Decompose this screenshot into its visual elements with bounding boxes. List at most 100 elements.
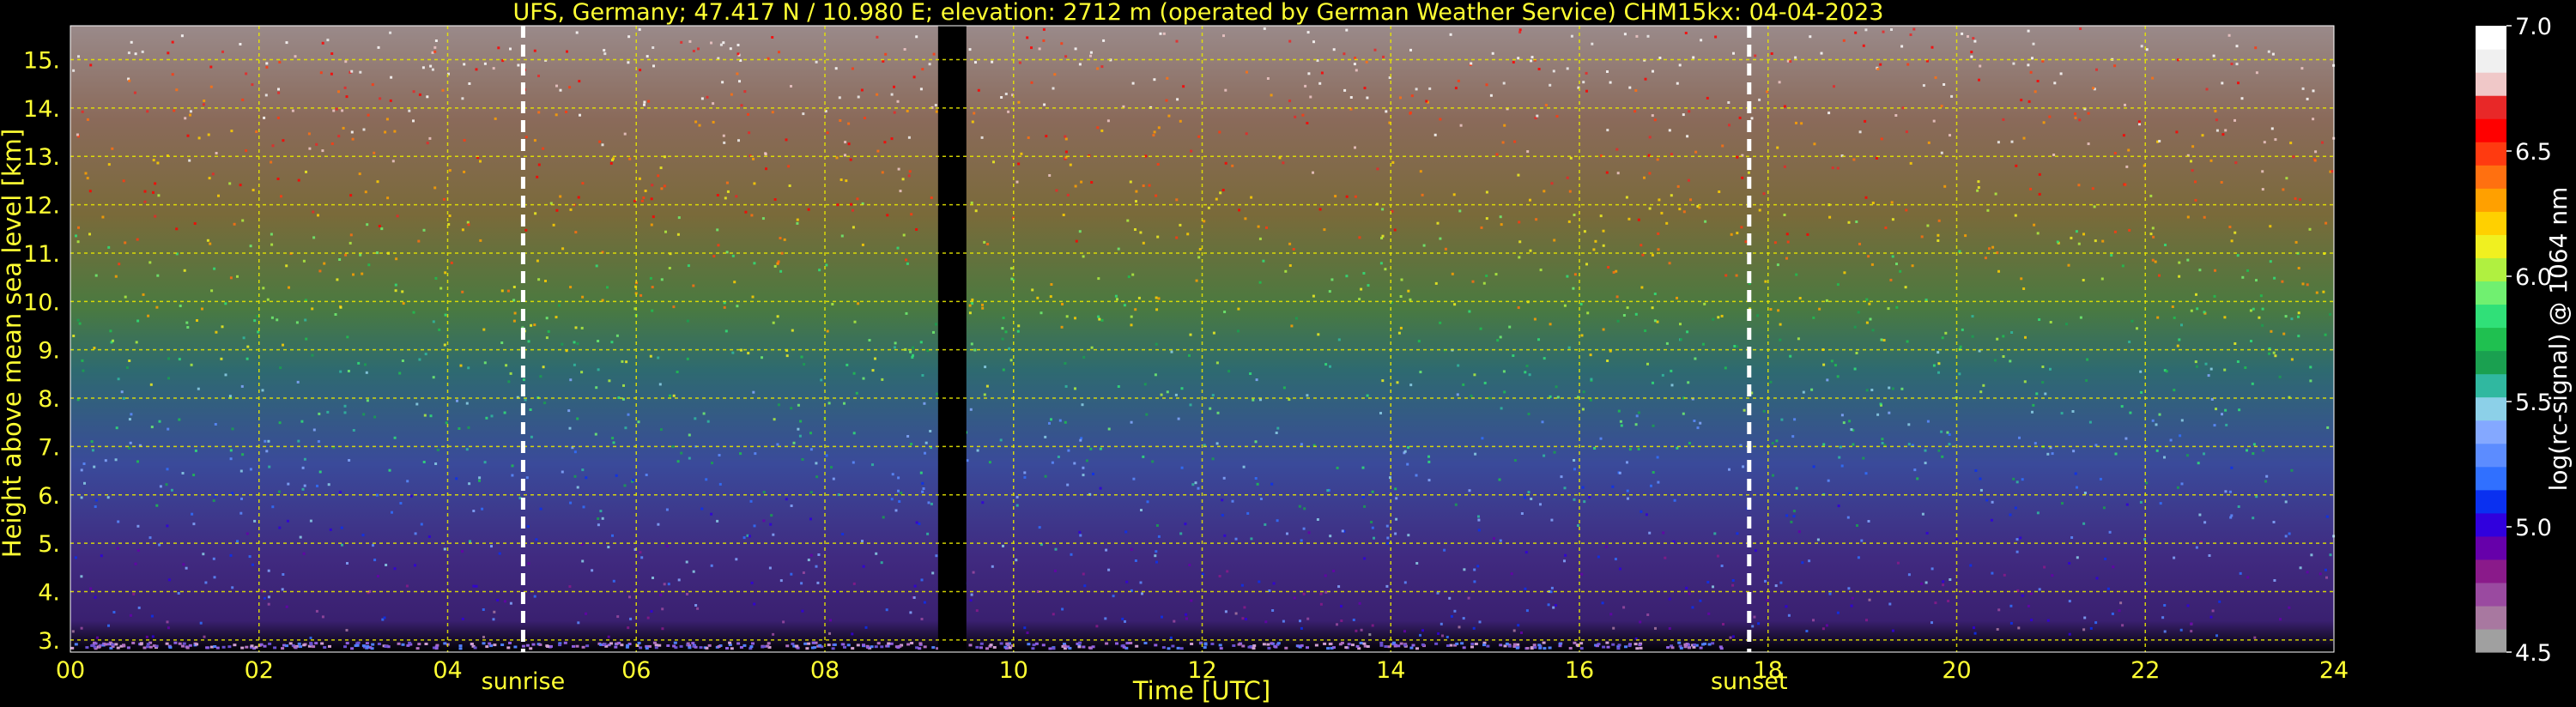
noise-speck	[1777, 309, 1780, 312]
noise-speck	[576, 417, 579, 420]
noise-speck	[1930, 621, 1933, 625]
noise-speck	[1599, 215, 1603, 218]
noise-speck	[2203, 311, 2206, 314]
noise-speck	[797, 427, 800, 431]
noise-speck	[1116, 298, 1118, 301]
low-signal-speck	[652, 641, 657, 644]
noise-speck	[2190, 630, 2193, 633]
noise-speck	[414, 564, 416, 567]
noise-speck	[1549, 323, 1552, 326]
noise-speck	[1197, 135, 1201, 138]
low-signal-speck	[142, 646, 147, 650]
low-signal-speck	[350, 647, 355, 650]
low-signal-speck	[1624, 645, 1627, 649]
noise-speck	[2002, 118, 2005, 121]
noise-speck	[2155, 449, 2159, 452]
noise-speck	[395, 257, 398, 261]
noise-speck	[461, 617, 464, 620]
noise-speck	[2190, 309, 2193, 312]
noise-speck	[1940, 105, 1943, 108]
noise-speck	[1517, 57, 1520, 60]
colorbar-band	[2476, 281, 2506, 305]
noise-speck	[89, 587, 93, 590]
noise-speck	[717, 244, 720, 247]
noise-speck	[1142, 455, 1145, 458]
noise-speck	[1679, 323, 1682, 326]
low-signal-speck	[1605, 641, 1609, 644]
noise-speck	[2209, 159, 2213, 162]
noise-speck	[1489, 94, 1493, 97]
noise-speck	[448, 215, 452, 217]
noise-speck	[1140, 509, 1143, 511]
noise-speck	[561, 247, 565, 251]
noise-speck	[1682, 210, 1686, 214]
noise-speck	[1064, 137, 1068, 141]
noise-speck	[1646, 362, 1649, 366]
noise-speck	[2252, 517, 2255, 520]
noise-speck	[503, 600, 506, 603]
noise-speck	[780, 251, 784, 255]
noise-speck	[1209, 407, 1212, 410]
noise-speck	[2068, 632, 2071, 636]
noise-speck	[1058, 419, 1062, 422]
noise-speck	[890, 137, 894, 141]
low-signal-speck	[1078, 641, 1082, 644]
noise-speck	[393, 567, 397, 571]
noise-speck	[2238, 408, 2241, 412]
noise-speck	[2095, 68, 2098, 71]
noise-speck	[2121, 624, 2124, 627]
noise-speck	[2235, 63, 2239, 66]
noise-speck	[1906, 340, 1909, 343]
noise-speck	[1634, 423, 1638, 426]
noise-speck	[461, 550, 464, 553]
noise-speck	[1002, 317, 1005, 319]
noise-speck	[1544, 104, 1548, 107]
noise-speck	[429, 64, 433, 68]
noise-speck	[167, 427, 170, 431]
noise-speck	[2091, 187, 2094, 190]
noise-speck	[167, 578, 171, 582]
noise-speck	[1354, 195, 1357, 198]
noise-speck	[1528, 373, 1531, 377]
noise-speck	[880, 561, 883, 565]
noise-speck	[114, 275, 118, 278]
noise-speck	[2113, 230, 2117, 233]
noise-speck	[152, 190, 155, 194]
noise-speck	[643, 103, 646, 106]
low-signal-speck	[666, 644, 670, 647]
noise-speck	[1240, 583, 1244, 587]
noise-speck	[1264, 523, 1267, 526]
noise-speck	[712, 102, 715, 106]
noise-speck	[1932, 119, 1936, 123]
noise-speck	[2015, 480, 2019, 484]
noise-speck	[749, 499, 753, 503]
low-signal-speck	[114, 643, 118, 646]
noise-speck	[919, 471, 923, 474]
noise-speck	[427, 535, 431, 538]
noise-speck	[1991, 500, 1994, 504]
noise-speck	[922, 487, 925, 490]
noise-speck	[281, 588, 284, 591]
noise-speck	[1934, 601, 1937, 605]
noise-speck	[2014, 214, 2017, 217]
noise-speck	[343, 404, 347, 408]
noise-speck	[1615, 295, 1619, 299]
noise-speck	[1871, 202, 1875, 204]
noise-speck	[1135, 190, 1138, 193]
noise-speck	[1155, 524, 1159, 527]
noise-speck	[1889, 278, 1893, 281]
noise-speck	[861, 243, 864, 246]
noise-speck	[115, 426, 118, 430]
low-signal-speck	[1276, 642, 1281, 645]
noise-speck	[2127, 148, 2131, 152]
noise-speck	[685, 560, 688, 564]
noise-speck	[1454, 503, 1458, 506]
noise-speck	[977, 88, 980, 92]
noise-speck	[976, 449, 979, 452]
noise-speck	[1550, 586, 1554, 589]
noise-speck	[88, 233, 91, 236]
noise-speck	[2071, 410, 2075, 413]
noise-speck	[1543, 454, 1546, 457]
low-signal-speck	[739, 646, 743, 649]
noise-speck	[1650, 484, 1652, 487]
